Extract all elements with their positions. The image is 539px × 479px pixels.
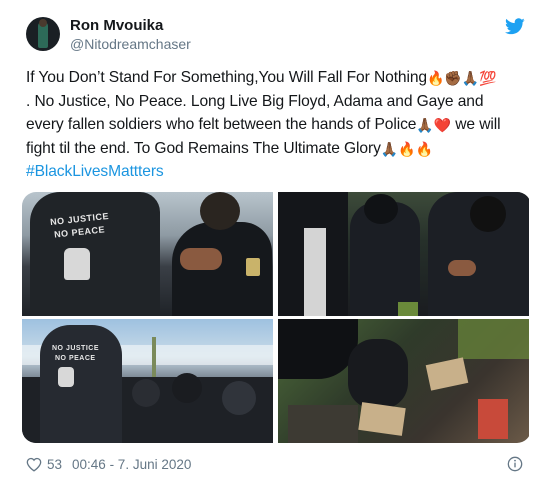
author-display-name[interactable]: Ron Mvouika: [70, 16, 191, 35]
fist-graphic: [64, 248, 90, 280]
tweet-line-4: fight til the end. To God Remains The Ul…: [26, 137, 530, 161]
heart-icon[interactable]: [26, 457, 42, 472]
author-names[interactable]: Ron Mvouika @Nitodreamchaser: [70, 16, 191, 53]
emoji-group-1: 🔥✊🏾🙏🏾💯: [427, 70, 497, 86]
tweet-timestamp[interactable]: 00:46 - 7. Juni 2020: [72, 457, 191, 472]
twitter-bird-icon[interactable]: [505, 18, 525, 35]
photo-kneeling-protest[interactable]: [278, 319, 529, 443]
tweet-line-5: #BlackLivesMattters: [26, 160, 530, 184]
photo-protester-shirt[interactable]: NO JUSTICE NO PEACE: [22, 192, 273, 316]
media-grid: NO JUSTICE NO PEACE NO JUSTICE NO PEACE: [22, 192, 531, 443]
tweet-footer: 53 00:46 - 7. Juni 2020: [26, 454, 191, 474]
emoji-group-3: 🙏🏾🔥🔥: [380, 140, 433, 157]
protest-sign: [425, 357, 469, 391]
tweet-card: Ron Mvouika @Nitodreamchaser If You Don’…: [0, 0, 539, 479]
tweet-text-1: If You Don’t Stand For Something,You Wil…: [26, 69, 428, 86]
like-count[interactable]: 53: [47, 457, 62, 472]
emoji-group-2: 🙏🏾❤️: [416, 117, 452, 133]
photo-police-line[interactable]: [278, 192, 529, 316]
protest-sign: [358, 402, 406, 436]
shirt-text-line-1b: NO JUSTICE: [52, 345, 100, 352]
shirt-text-line-2b: NO PEACE: [55, 355, 96, 362]
tweet-header: Ron Mvouika @Nitodreamchaser: [26, 14, 191, 54]
hashtag-link[interactable]: #BlackLivesMattters: [26, 163, 164, 180]
fist-graphic-small: [58, 367, 74, 387]
author-handle[interactable]: @Nitodreamchaser: [70, 35, 191, 53]
tweet-text-3: every fallen soldiers who felt between t…: [26, 116, 417, 133]
tweet-line-3: every fallen soldiers who felt between t…: [26, 113, 530, 137]
tweet-line-2: . No Justice, No Peace. Long Live Big Fl…: [26, 90, 530, 114]
tweet-text-3-tail: we will: [451, 116, 501, 133]
tweet-text-2: . No Justice, No Peace. Long Live Big Fl…: [26, 92, 484, 110]
tweet-body: If You Don’t Stand For Something,You Wil…: [26, 66, 530, 184]
photo-crowd-bridge[interactable]: NO JUSTICE NO PEACE: [22, 319, 273, 443]
tweet-line-1: If You Don’t Stand For Something,You Wil…: [26, 66, 530, 90]
info-icon[interactable]: [507, 456, 523, 472]
avatar[interactable]: [26, 17, 60, 51]
tweet-text-4: fight til the end. To God Remains The Ul…: [26, 139, 381, 157]
